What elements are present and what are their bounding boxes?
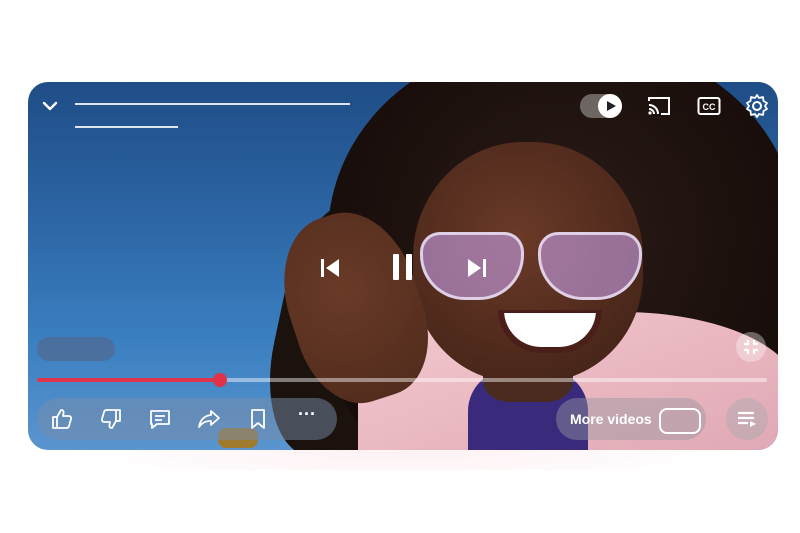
thumbs-down-icon[interactable]: [99, 407, 123, 431]
pause-icon[interactable]: [390, 252, 416, 287]
comment-icon[interactable]: [148, 407, 172, 431]
chevron-down-icon[interactable]: [40, 96, 60, 116]
video-title-placeholder: [75, 103, 350, 105]
progress-scrubber[interactable]: [212, 373, 227, 387]
chapter-chip-placeholder: [37, 337, 115, 361]
more-videos-label: More videos: [570, 411, 652, 427]
more-videos-button[interactable]: More videos: [556, 398, 706, 440]
exit-fullscreen-icon[interactable]: [736, 332, 766, 362]
progress-played: [37, 378, 220, 382]
svg-text:CC: CC: [703, 102, 716, 112]
bookmark-icon[interactable]: [246, 407, 270, 431]
play-icon: [607, 101, 616, 111]
gear-icon[interactable]: [744, 93, 770, 119]
action-bar: ···: [37, 398, 337, 440]
skip-previous-icon[interactable]: [318, 256, 342, 285]
autoplay-toggle[interactable]: [580, 94, 622, 118]
cast-icon[interactable]: [646, 93, 672, 119]
channel-name-placeholder: [75, 126, 178, 128]
playlist-icon[interactable]: [726, 398, 768, 440]
closed-captions-icon[interactable]: CC: [696, 93, 722, 119]
skip-next-icon[interactable]: [465, 256, 489, 285]
share-icon[interactable]: [197, 407, 221, 431]
more-videos-thumbnail: [659, 408, 701, 434]
more-actions-button[interactable]: ···: [295, 404, 319, 428]
thumbs-up-icon[interactable]: [50, 407, 74, 431]
video-player[interactable]: CC ··· More videos: [28, 82, 778, 450]
progress-bar[interactable]: [37, 373, 767, 387]
